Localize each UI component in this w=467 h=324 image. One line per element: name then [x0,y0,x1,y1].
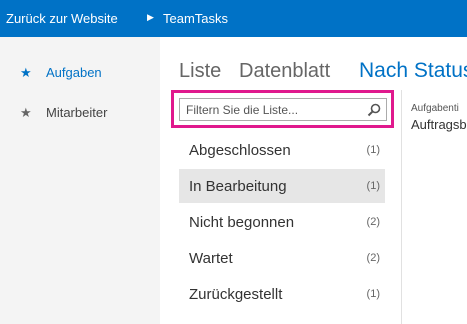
status-row-abgeschlossen[interactable]: Abgeschlossen (1) [179,133,385,167]
top-navigation-bar: Zurück zur Website ▶ TeamTasks [0,0,467,37]
status-row-nicht-begonnen[interactable]: Nicht begonnen (2) [179,205,385,239]
site-title-link[interactable]: TeamTasks [163,11,228,26]
nav-item-label: Aufgaben [46,65,102,80]
left-navigation: ★ Aufgaben ★ Mitarbeiter [0,37,160,324]
breadcrumb-arrow-icon: ▶ [147,12,154,22]
column-divider [401,90,402,324]
tab-liste[interactable]: Liste [179,60,221,83]
status-count: (2) [366,216,380,228]
star-icon: ★ [20,105,32,120]
search-box [179,98,387,121]
search-icon[interactable] [367,103,381,117]
status-count: (2) [366,252,380,264]
status-name: Nicht begonnen [189,214,295,231]
status-name: Wartet [189,250,233,267]
status-row-wartet[interactable]: Wartet (2) [179,241,385,275]
nav-item-label: Mitarbeiter [46,105,108,120]
status-row-in-bearbeitung[interactable]: In Bearbeitung (1) [179,169,385,203]
status-name: In Bearbeitung [189,178,287,195]
task-title-cell[interactable]: Auftragsb [411,117,467,132]
status-count: (1) [366,180,380,192]
status-name: Abgeschlossen [189,142,291,159]
tab-nach-status[interactable]: Nach Status [359,59,467,83]
search-input[interactable] [180,99,372,120]
status-count: (1) [366,144,380,156]
task-title-column-header[interactable]: Aufgabenti [411,103,459,114]
back-to-site-link[interactable]: Zurück zur Website [6,11,118,26]
status-count: (1) [366,288,380,300]
status-row-zurueckgestellt[interactable]: Zurückgestellt (1) [179,277,385,311]
status-name: Zurückgestellt [189,286,283,303]
star-icon: ★ [20,65,32,80]
tab-datenblatt[interactable]: Datenblatt [239,60,330,83]
